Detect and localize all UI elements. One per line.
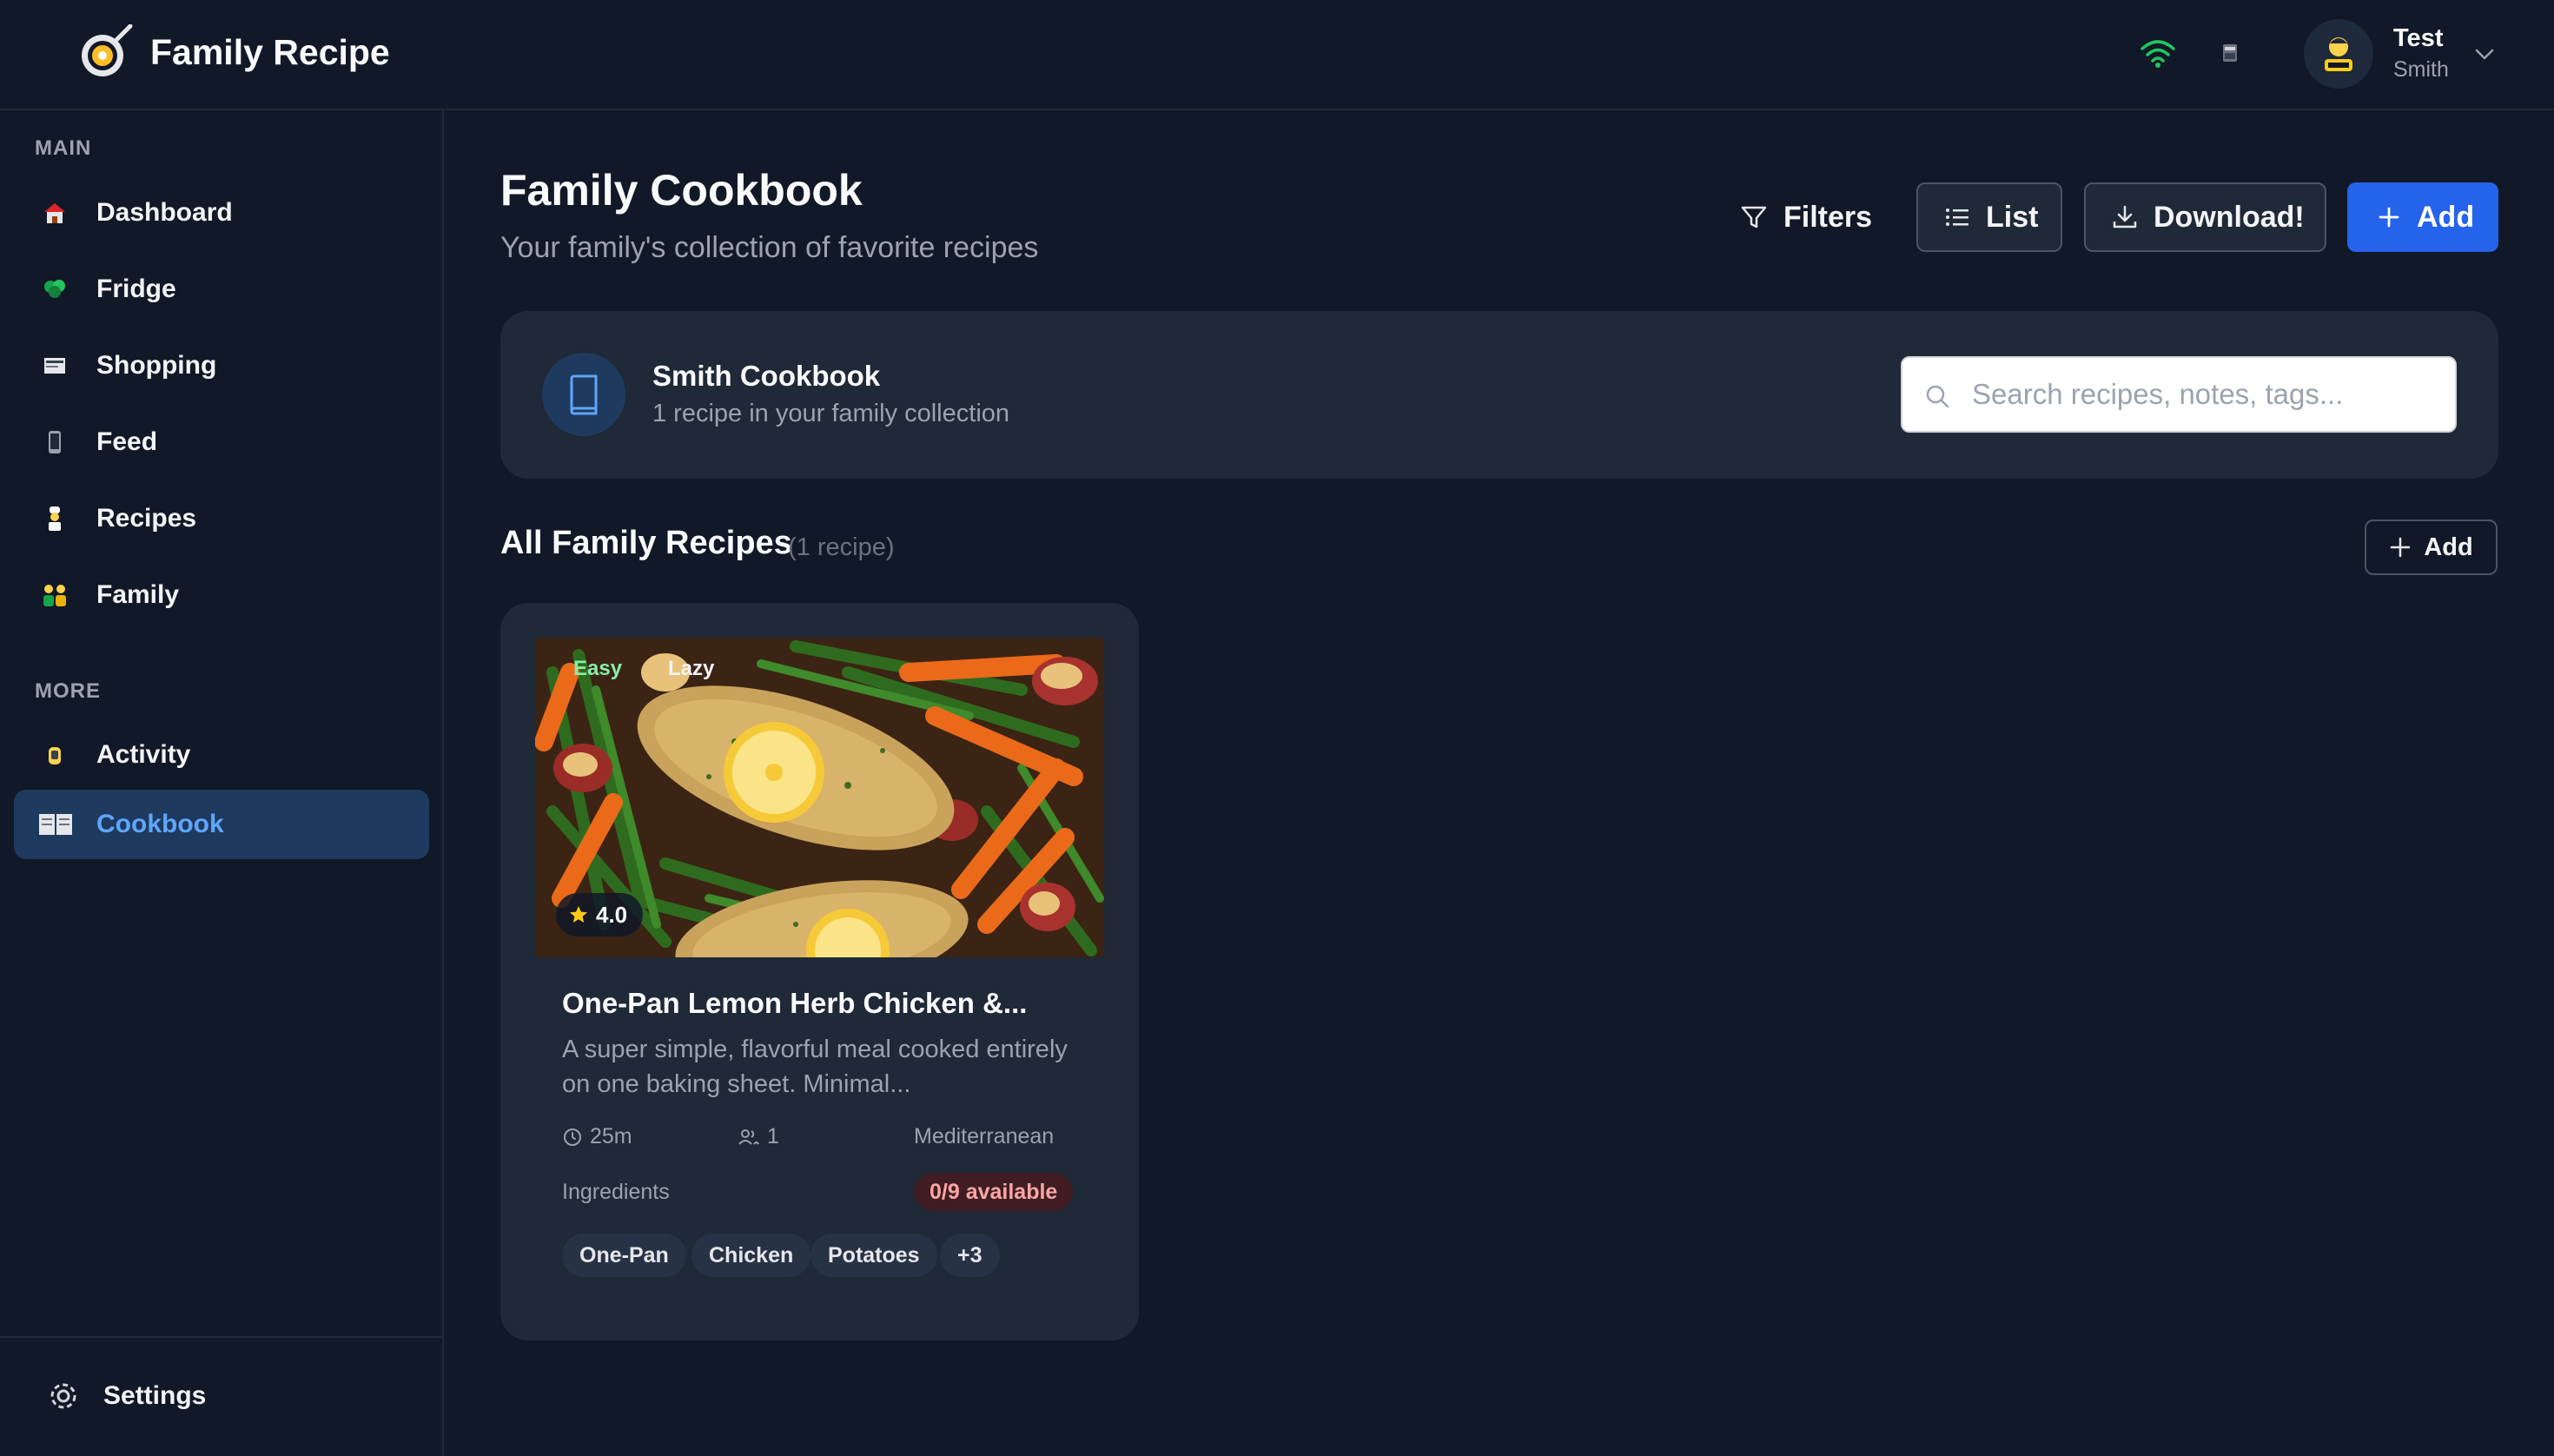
recipes-section-heading: All Family Recipes: [500, 525, 792, 561]
gear-icon: [49, 1381, 78, 1411]
ingredients-label: Ingredients: [562, 1180, 670, 1204]
top-bar: Family Recipe Test Smith: [0, 0, 2554, 110]
plus-icon: [2391, 537, 2411, 558]
recipe-cuisine-value: Mediterranean: [914, 1124, 1055, 1148]
clock-icon: [564, 1128, 581, 1146]
house-icon: [40, 198, 69, 228]
sidebar-item-feed[interactable]: Feed: [14, 407, 429, 477]
image-tag-lazy: Lazy: [668, 657, 715, 680]
rating-value: 4.0: [596, 901, 628, 928]
add-small-label: Add: [2424, 533, 2473, 561]
sidebar-item-label: Shopping: [96, 351, 217, 380]
recipe-cuisine: Mediterranean: [914, 1124, 1054, 1149]
image-tag-easy: Easy: [573, 657, 623, 680]
sync-status-icon: [2221, 42, 2239, 64]
sidebar: MAIN Dashboard Fridge Shopping Feed Reci…: [0, 110, 444, 1456]
sidebar-item-shopping[interactable]: Shopping: [14, 331, 429, 400]
sidebar-item-activity[interactable]: Activity: [14, 720, 429, 790]
section-label-more: MORE: [35, 679, 101, 703]
sidebar-item-cookbook[interactable]: Cookbook: [14, 790, 429, 859]
sidebar-item-label: Activity: [96, 740, 191, 769]
availability-badge: 0/9 available: [914, 1173, 1074, 1211]
sidebar-item-label: Feed: [96, 427, 158, 456]
wifi-icon: [2139, 38, 2177, 69]
chef-icon: [40, 504, 69, 533]
sidebar-item-fridge[interactable]: Fridge: [14, 255, 429, 324]
search-box[interactable]: [1901, 356, 2457, 433]
user-last-name[interactable]: Smith: [2393, 57, 2449, 83]
section-label-main: MAIN: [35, 136, 92, 160]
recipe-time-value: 25m: [590, 1124, 632, 1148]
recipe-servings: 1: [738, 1124, 779, 1149]
sidebar-item-family[interactable]: Family: [14, 560, 429, 630]
search-input[interactable]: [1972, 358, 2441, 431]
sidebar-item-label: Settings: [103, 1381, 207, 1410]
recipes-count: (1 recipe): [788, 533, 895, 561]
add-label: Add: [2417, 200, 2475, 234]
user-first-name[interactable]: Test: [2393, 24, 2443, 53]
star-icon: [570, 906, 587, 923]
add-recipe-small-button[interactable]: Add: [2365, 520, 2498, 575]
recipe-time: 25m: [562, 1124, 632, 1149]
rating-badge: 4.0: [556, 893, 644, 936]
download-icon: [2113, 205, 2137, 228]
sidebar-item-label: Recipes: [96, 504, 197, 533]
open-book-icon: [36, 810, 75, 839]
users-icon: [738, 1128, 759, 1145]
sidebar-item-dashboard[interactable]: Dashboard: [14, 178, 429, 248]
plus-icon: [2379, 207, 2399, 228]
add-recipe-button[interactable]: Add: [2347, 182, 2498, 252]
recipe-servings-value: 1: [767, 1124, 779, 1148]
list-label: List: [1986, 200, 2039, 234]
filter-icon: [1741, 206, 1767, 228]
phone-icon: [40, 427, 69, 457]
filters-button[interactable]: Filters: [1740, 182, 1873, 252]
sidebar-divider: [0, 1336, 442, 1338]
download-button[interactable]: Download!: [2084, 182, 2326, 252]
cookbook-banner: Smith Cookbook 1 recipe in your family c…: [500, 311, 2498, 479]
user-avatar[interactable]: [2304, 19, 2373, 89]
sidebar-item-settings[interactable]: Settings: [14, 1361, 429, 1431]
chevron-down-icon[interactable]: [2472, 42, 2497, 66]
recipe-tag-chip[interactable]: Potatoes: [811, 1234, 937, 1277]
cookbook-name: Smith Cookbook: [652, 360, 881, 392]
receipt-icon: [40, 351, 69, 381]
app-title[interactable]: Family Recipe: [150, 30, 390, 75]
broccoli-icon: [40, 275, 69, 304]
sidebar-item-label: Fridge: [96, 275, 176, 303]
search-icon: [1923, 382, 1951, 410]
list-view-button[interactable]: List: [1916, 182, 2062, 252]
sidebar-item-recipes[interactable]: Recipes: [14, 484, 429, 553]
filters-label: Filters: [1783, 200, 1873, 234]
recipe-tag-chip[interactable]: One-Pan: [562, 1234, 686, 1277]
sidebar-item-label: Cookbook: [96, 810, 224, 838]
book-icon: [542, 353, 625, 436]
recipe-title[interactable]: One-Pan Lemon Herb Chicken &...: [562, 987, 1027, 1020]
family-icon: [40, 580, 69, 610]
hand-icon: [40, 740, 69, 770]
sidebar-item-label: Dashboard: [96, 198, 233, 227]
recipe-description: A super simple, flavorful meal cooked en…: [562, 1036, 1068, 1098]
sidebar-item-label: Family: [96, 580, 180, 609]
recipe-card[interactable]: Easy Lazy 4.0 One-Pan Lemon Herb Chicken…: [500, 603, 1139, 1340]
cookbook-summary: 1 recipe in your family collection: [652, 400, 1010, 427]
page-subtitle: Your family's collection of favorite rec…: [500, 231, 1039, 264]
list-icon: [1946, 208, 1968, 226]
logo-icon[interactable]: [78, 23, 134, 80]
page-title: Family Cookbook: [500, 166, 863, 215]
recipe-tag-chip[interactable]: Chicken: [691, 1234, 811, 1277]
recipe-tag-more-chip[interactable]: +3: [940, 1234, 1000, 1277]
download-label: Download!: [2154, 200, 2305, 234]
